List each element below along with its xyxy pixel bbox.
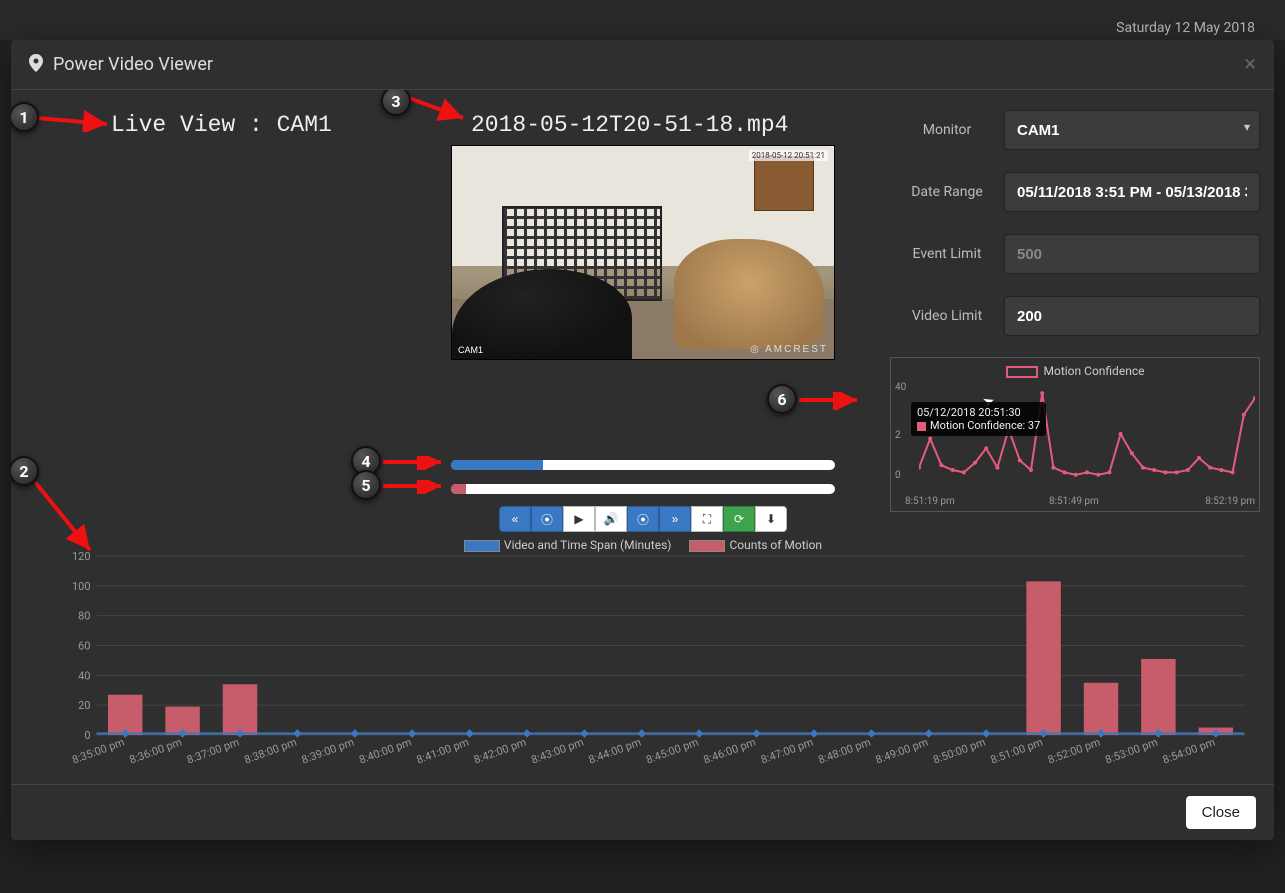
svg-text:8:36:00 pm: 8:36:00 pm [128, 736, 184, 767]
svg-text:8:41:00 pm: 8:41:00 pm [415, 736, 471, 767]
svg-text:8:48:00 pm: 8:48:00 pm [816, 736, 872, 767]
svg-text:40: 40 [78, 669, 90, 682]
refresh-button[interactable]: ⟳ [723, 506, 755, 532]
svg-text:8:35:00 pm: 8:35:00 pm [70, 736, 126, 767]
app-topbar [0, 0, 1285, 40]
svg-text:8:38:00 pm: 8:38:00 pm [242, 736, 298, 767]
motion-counts-chart[interactable]: 0204060801001208:35:00 pm8:36:00 pm8:37:… [29, 552, 1260, 784]
videolimit-label: Video Limit [890, 308, 1004, 324]
progress-area [451, 454, 835, 494]
svg-text:20: 20 [78, 699, 90, 712]
motion-progress-bar[interactable] [451, 484, 835, 494]
svg-text:8:39:00 pm: 8:39:00 pm [300, 736, 356, 767]
video-cam-label: CAM1 [458, 345, 483, 355]
svg-text:8:51:00 pm: 8:51:00 pm [989, 736, 1045, 767]
video-progress-bar[interactable] [451, 460, 835, 470]
svg-text:8:50:00 pm: 8:50:00 pm [931, 736, 987, 767]
mini-xtick: 8:52:19 pm [1205, 496, 1255, 507]
mini-ytick: 0 [895, 470, 901, 481]
rewind-button[interactable]: « [499, 506, 531, 532]
svg-text:8:37:00 pm: 8:37:00 pm [185, 736, 241, 767]
svg-text:8:47:00 pm: 8:47:00 pm [759, 736, 815, 767]
svg-text:100: 100 [72, 580, 91, 593]
fast-forward-button[interactable]: » [659, 506, 691, 532]
mute-button[interactable]: 🔊 [595, 506, 627, 532]
annotation-badge-3: 3 [381, 90, 411, 116]
legend-video-label: Video and Time Span (Minutes) [504, 538, 672, 552]
svg-text:8:45:00 pm: 8:45:00 pm [644, 736, 700, 767]
topbar-date: Saturday 12 May 2018 [1116, 20, 1255, 36]
annotation-badge-5: 5 [351, 470, 381, 500]
mini-ytick: 40 [895, 382, 906, 393]
annotation-badge-6: 6 [767, 384, 797, 414]
monitor-select[interactable]: CAM1 [1004, 110, 1260, 150]
motion-confidence-chart[interactable]: Motion Confidence 40 2 0 8:51:19 pm 8:51… [890, 357, 1260, 512]
svg-text:80: 80 [78, 610, 90, 623]
modal-header: Power Video Viewer × [11, 40, 1274, 90]
location-pin-icon [29, 54, 43, 76]
videolimit-input[interactable] [1004, 296, 1260, 336]
mini-chart-legend: Motion Confidence [891, 364, 1259, 378]
playback-toolbar: « ⦿ ▶ 🔊 ⦿ » ⛶ ⟳ ⬇ [451, 506, 835, 532]
svg-text:0: 0 [84, 729, 90, 742]
svg-text:8:42:00 pm: 8:42:00 pm [472, 736, 528, 767]
video-filename-label: 2018-05-12T20-51-18.mp4 [471, 112, 788, 138]
close-button[interactable]: Close [1186, 796, 1256, 829]
step-forward-button[interactable]: ⦿ [627, 506, 659, 532]
modal-body: Live View : CAM1 2018-05-12T20-51-18.mp4… [11, 90, 1274, 784]
download-button[interactable]: ⬇ [755, 506, 787, 532]
annotation-badge-1: 1 [11, 102, 39, 132]
eventlimit-input[interactable] [1004, 234, 1260, 274]
svg-text:8:53:00 pm: 8:53:00 pm [1103, 736, 1159, 767]
svg-text:8:54:00 pm: 8:54:00 pm [1161, 736, 1217, 767]
mini-chart-tooltip: 05/12/2018 20:51:30 Motion Confidence: 3… [911, 402, 1046, 436]
svg-text:8:40:00 pm: 8:40:00 pm [357, 736, 413, 767]
power-video-viewer-modal: Power Video Viewer × Live View : CAM1 20… [11, 40, 1274, 840]
mini-xtick: 8:51:49 pm [1049, 496, 1099, 507]
step-back-button[interactable]: ⦿ [531, 506, 563, 532]
svg-text:8:49:00 pm: 8:49:00 pm [874, 736, 930, 767]
svg-text:8:43:00 pm: 8:43:00 pm [529, 736, 585, 767]
modal-footer: Close [11, 784, 1274, 840]
filter-panel: Monitor CAM1 Date Range Event Limit [890, 110, 1260, 358]
play-button[interactable]: ▶ [563, 506, 595, 532]
svg-text:60: 60 [78, 640, 90, 653]
eventlimit-label: Event Limit [890, 246, 1004, 262]
close-icon[interactable]: × [1244, 52, 1256, 77]
mini-ytick: 2 [895, 430, 901, 441]
main-chart-legend: Video and Time Span (Minutes) Counts of … [451, 538, 835, 552]
video-preview[interactable]: 2018-05-12 20:51:21 CAM1 ◎ AMCREST [451, 145, 835, 360]
fullscreen-button[interactable]: ⛶ [691, 506, 723, 532]
legend-motion-label: Counts of Motion [729, 538, 822, 552]
svg-text:8:52:00 pm: 8:52:00 pm [1046, 736, 1102, 767]
mini-xtick: 8:51:19 pm [905, 496, 955, 507]
monitor-label: Monitor [890, 122, 1004, 138]
video-brand-label: ◎ AMCREST [750, 344, 828, 355]
daterange-input[interactable] [1004, 172, 1260, 212]
svg-text:8:44:00 pm: 8:44:00 pm [587, 736, 643, 767]
live-view-label: Live View : CAM1 [111, 112, 332, 138]
svg-text:8:46:00 pm: 8:46:00 pm [702, 736, 758, 767]
video-timestamp-overlay: 2018-05-12 20:51:21 [749, 150, 828, 161]
modal-title: Power Video Viewer [53, 54, 213, 75]
daterange-label: Date Range [890, 184, 1004, 200]
